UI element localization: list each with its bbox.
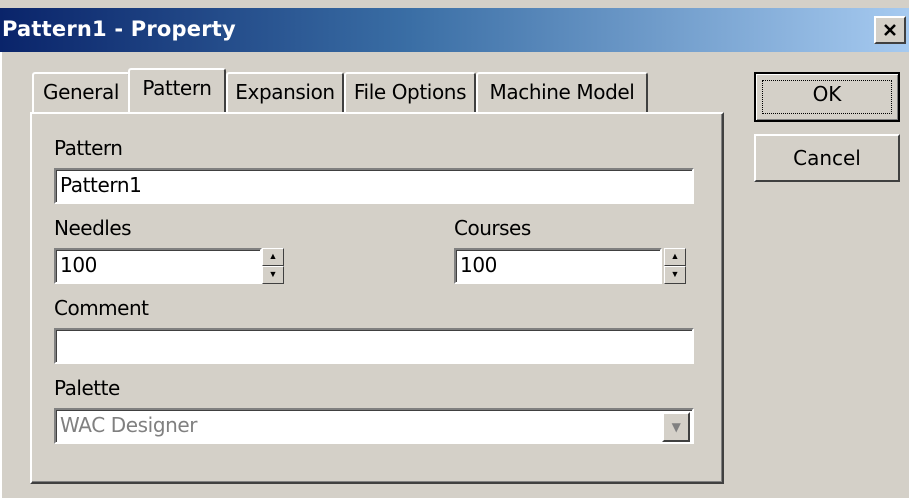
tab-label: Expansion [235,80,335,104]
palette-label: Palette [54,376,120,400]
cancel-button[interactable]: Cancel [754,134,900,182]
palette-select[interactable]: WAC Designer ▼ [54,408,694,444]
pattern-name-input[interactable]: Pattern1 [54,168,694,204]
tab-label: File Options [353,80,467,104]
needles-label: Needles [54,216,132,240]
needles-input[interactable]: 100 [54,248,262,284]
close-button[interactable] [874,16,906,44]
tab-file-options[interactable]: File Options [344,72,476,112]
focus-indicator [762,80,892,114]
comment-label: Comment [54,296,149,320]
spin-down-icon[interactable]: ▼ [262,266,284,284]
tab-general[interactable]: General [32,72,130,112]
cancel-label: Cancel [793,146,861,170]
chevron-down-icon: ▼ [671,420,681,434]
tab-expansion[interactable]: Expansion [226,72,344,112]
tab-machine-model[interactable]: Machine Model [476,72,648,112]
title-bar[interactable]: Pattern1 - Property [0,8,909,52]
window-border [0,52,2,498]
ok-button[interactable]: OK [754,72,900,122]
courses-stepper[interactable]: ▲ ▼ [664,248,686,284]
palette-value: WAC Designer [60,413,198,437]
tab-label: Machine Model [489,80,635,104]
window-title: Pattern1 - Property [2,17,236,41]
spin-up-icon[interactable]: ▲ [262,248,284,266]
spin-down-icon[interactable]: ▼ [664,266,686,284]
tab-label: Pattern [142,76,212,100]
courses-input[interactable]: 100 [454,248,662,284]
dropdown-button[interactable]: ▼ [662,412,690,442]
tab-pattern[interactable]: Pattern [128,68,226,112]
tab-label: General [42,80,120,104]
pattern-tab-panel: Pattern Pattern1 Needles 100 ▲ ▼ Courses… [30,112,724,484]
spin-up-icon[interactable]: ▲ [664,248,686,266]
comment-input[interactable] [54,328,694,364]
close-icon [882,19,898,43]
needles-stepper[interactable]: ▲ ▼ [262,248,284,284]
pattern-label: Pattern [54,136,123,160]
courses-label: Courses [454,216,531,240]
